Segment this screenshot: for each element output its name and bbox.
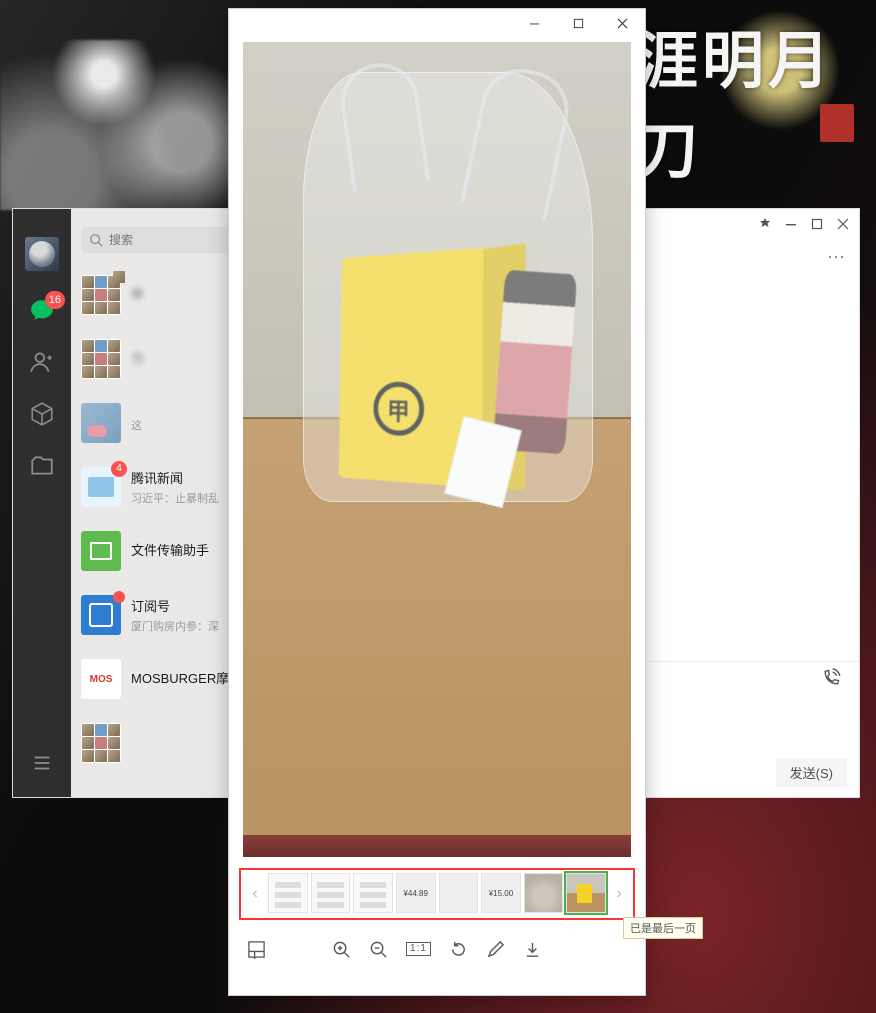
sidebar-collections[interactable]: [29, 401, 55, 427]
zoom-in-icon[interactable]: [332, 940, 351, 959]
conversation-avatar: 4: [81, 467, 121, 507]
thumbs-next-button[interactable]: ›: [609, 885, 629, 903]
conversation-avatar: [81, 723, 121, 763]
viewer-maximize-button[interactable]: [559, 10, 597, 36]
sidebar-contacts[interactable]: [29, 349, 55, 375]
wallpaper-seal: [820, 104, 854, 142]
minimize-icon[interactable]: [785, 218, 797, 230]
download-icon[interactable]: [523, 940, 542, 959]
conversation-avatar: [81, 339, 121, 379]
actual-size-button[interactable]: 1:1: [406, 942, 431, 956]
edit-icon[interactable]: [486, 940, 505, 959]
conversation-avatar: [81, 531, 121, 571]
sidebar-chats[interactable]: 16: [29, 297, 55, 323]
viewer-close-button[interactable]: [603, 10, 641, 36]
thumbnail[interactable]: [396, 873, 436, 913]
conversation-avatar: [81, 275, 121, 315]
thumbnail[interactable]: [268, 873, 308, 913]
rotate-icon[interactable]: [449, 940, 468, 959]
thumbnail[interactable]: [566, 873, 606, 913]
image-viewer-window: ‹ › 已是最后一页 1:1: [228, 8, 646, 996]
maximize-icon[interactable]: [811, 218, 823, 230]
wechat-sidebar: 16: [13, 209, 71, 797]
conversation-avatar: MOS: [81, 659, 121, 699]
viewer-toolbar: 1:1: [229, 925, 645, 973]
conversation-avatar: [81, 403, 121, 443]
zoom-out-icon[interactable]: [369, 940, 388, 959]
thumbs-prev-button[interactable]: ‹: [245, 885, 265, 903]
thumbnail[interactable]: [439, 873, 479, 913]
conversation-avatar: [81, 595, 121, 635]
wallpaper-title: 涯明月刀: [636, 40, 856, 160]
pin-icon[interactable]: [759, 218, 771, 230]
chat-input-area: 发送(S): [641, 661, 859, 797]
thumbnail[interactable]: [524, 873, 564, 913]
thumbnail[interactable]: [311, 873, 351, 913]
sidebar-menu[interactable]: [31, 752, 53, 777]
sidebar-files[interactable]: [29, 453, 55, 479]
chat-body: [641, 275, 859, 661]
thumbnail[interactable]: [353, 873, 393, 913]
viewer-main: [229, 37, 645, 863]
chat-window: ⋯ 发送(S): [640, 208, 860, 798]
viewer-minimize-button[interactable]: [515, 10, 553, 36]
chat-more-button[interactable]: ⋯: [641, 239, 859, 275]
chat-titlebar: [641, 209, 859, 239]
close-icon[interactable]: [837, 218, 849, 230]
thumbnail-frame: ‹ › 已是最后一页: [239, 868, 635, 920]
grid-view-icon[interactable]: [247, 940, 266, 959]
thumbnail-strip: ‹ › 已是最后一页: [229, 863, 645, 925]
last-page-tooltip: 已是最后一页: [623, 917, 703, 939]
viewer-titlebar: [229, 9, 645, 37]
chats-badge: 16: [45, 291, 65, 309]
self-avatar[interactable]: [25, 237, 59, 271]
viewer-photo[interactable]: [243, 42, 631, 857]
send-button[interactable]: 发送(S): [776, 758, 847, 787]
thumbnail[interactable]: [481, 873, 521, 913]
voice-call-icon[interactable]: [821, 668, 841, 691]
